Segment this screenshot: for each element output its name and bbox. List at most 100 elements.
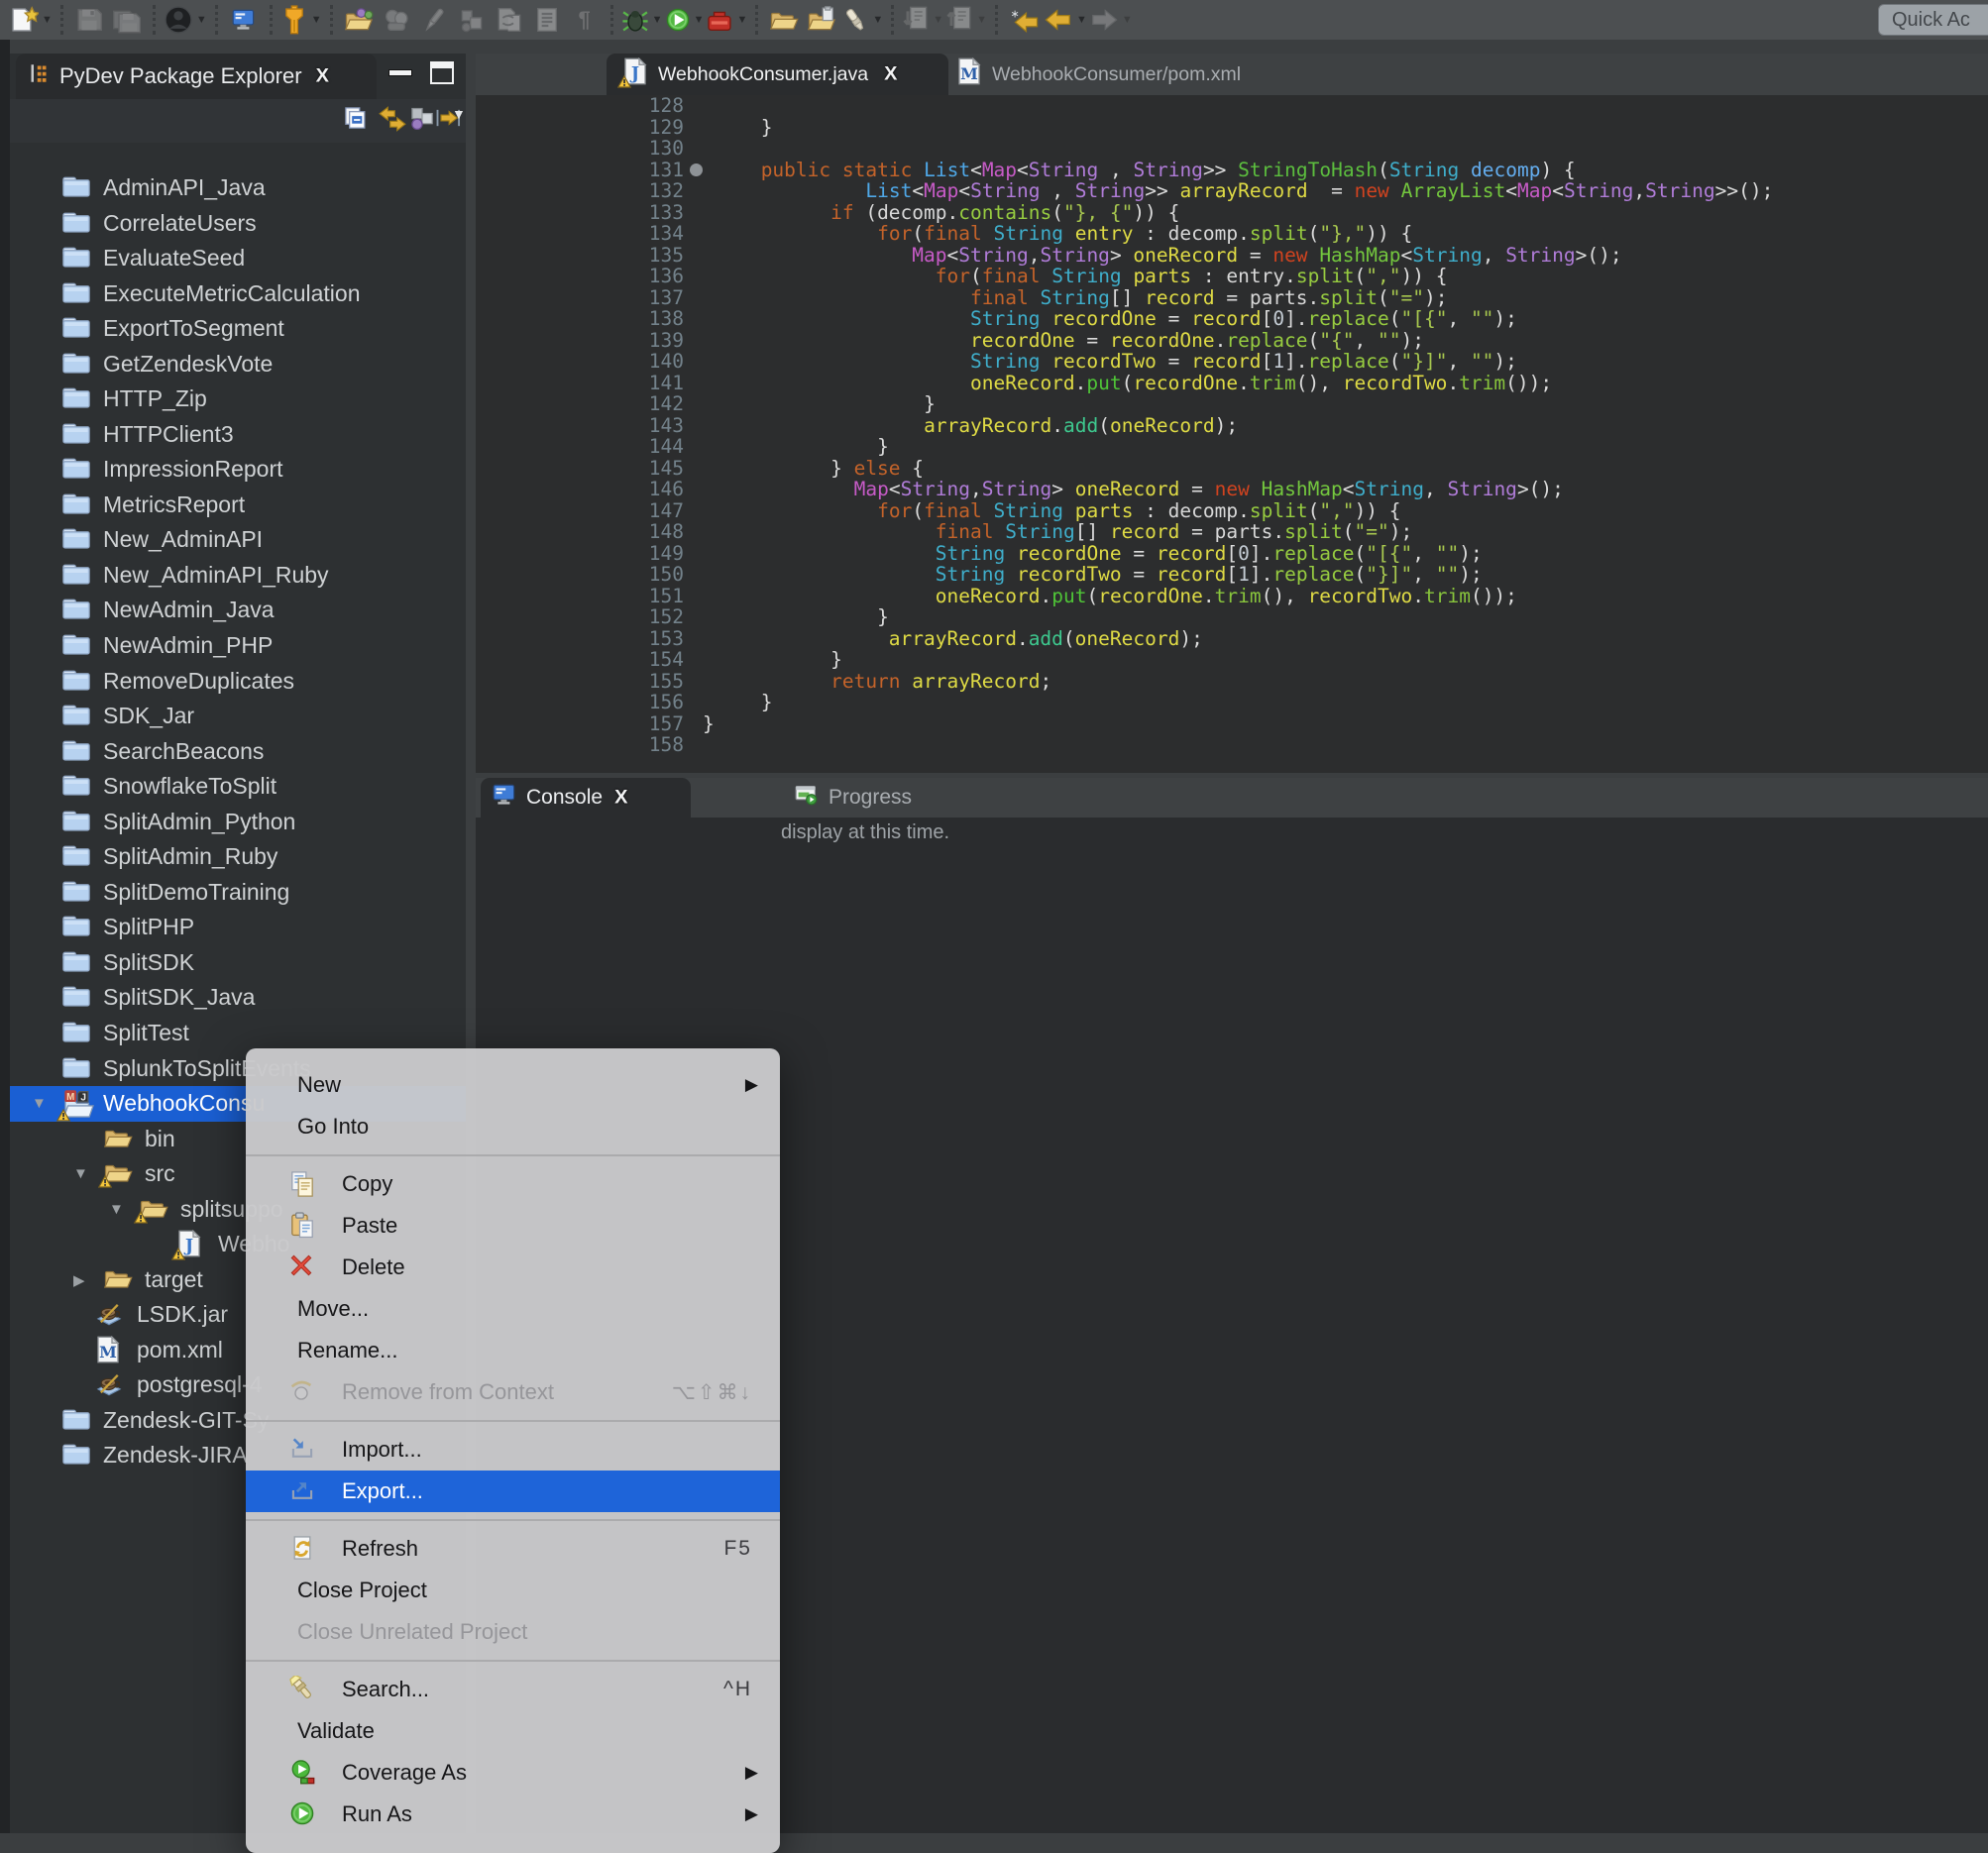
last-edit-button[interactable]: ∗ [1006, 3, 1042, 37]
tree-item-splitsdk-java[interactable]: SplitSDK_Java [10, 980, 466, 1016]
tree-item-getzendeskvote[interactable]: GetZendeskVote [10, 347, 466, 382]
menu-item-search[interactable]: Search...^H [246, 1669, 780, 1710]
menu-item-close-project[interactable]: Close Project [246, 1570, 780, 1611]
tree-item-adminapi-java[interactable]: AdminAPI_Java [10, 170, 466, 206]
tree-item-metricsreport[interactable]: MetricsReport [10, 488, 466, 523]
menu-item-run-as[interactable]: Run As▶ [246, 1794, 780, 1835]
menu-item-coverage-as[interactable]: Coverage As▶ [246, 1752, 780, 1794]
menu-item-validate[interactable]: Validate [246, 1710, 780, 1752]
refresh-icon [289, 1535, 315, 1567]
team-button[interactable] [379, 3, 414, 37]
tree-item-splitadmin-python[interactable]: SplitAdmin_Python [10, 805, 466, 840]
collapse-all-icon[interactable] [343, 106, 369, 135]
fc-icon [61, 1441, 91, 1472]
chevron-down-icon: ▼ [42, 14, 53, 26]
console-tab-progress[interactable]: Progress [795, 778, 912, 818]
collapse-arrow-icon[interactable]: ▼ [109, 1201, 124, 1218]
open-resource-button[interactable] [341, 3, 377, 37]
close-icon[interactable]: X [614, 787, 627, 809]
chevron-down-icon: ▼ [1122, 14, 1133, 26]
tree-item-executemetriccalculation[interactable]: ExecuteMetricCalculation [10, 276, 466, 312]
chevron-down-icon: ▼ [1076, 14, 1087, 26]
menu-item-paste[interactable]: Paste [246, 1205, 780, 1247]
next-annotation-button[interactable]: ▼ [902, 3, 943, 37]
tree-item-exporttosegment[interactable]: ExportToSegment [10, 311, 466, 347]
maximize-button[interactable] [430, 61, 454, 84]
save-all-button[interactable] [109, 3, 145, 37]
paste-folder-button[interactable] [804, 3, 839, 37]
quick-access-box[interactable]: Quick Ac [1878, 4, 1988, 36]
tree-item-new-adminapi-ruby[interactable]: New_AdminAPI_Ruby [10, 558, 466, 594]
marker-button[interactable]: ▼ [841, 3, 883, 37]
testng-button[interactable]: ▼ [280, 3, 322, 37]
pilcrow-button[interactable]: ¶ [567, 3, 603, 37]
prev-annotation-button[interactable]: ▼ [945, 3, 987, 37]
tree-item-removeduplicates[interactable]: RemoveDuplicates [10, 664, 466, 700]
run-button[interactable]: ▼ [665, 3, 705, 37]
code-line-135: 135Map<String,String> oneRecord = new Ha… [476, 245, 1988, 267]
forward-button[interactable]: ▼ [1089, 3, 1133, 37]
menu-item-new[interactable]: New▶ [246, 1064, 780, 1106]
console-view-button[interactable] [226, 3, 262, 37]
editor-tab-2[interactable]: M WebhookConsumer/pom.xml [956, 54, 1241, 95]
menu-item-rename[interactable]: Rename... [246, 1330, 780, 1371]
tree-item-impressionreport[interactable]: ImpressionReport [10, 452, 466, 488]
debug-button[interactable]: ▼ [621, 3, 663, 37]
open-folder-button[interactable] [766, 3, 802, 37]
back-button[interactable]: ▼ [1044, 3, 1087, 37]
new-wizard-button[interactable]: ▼ [9, 3, 53, 37]
view-menu-icon[interactable]: ▼ [452, 106, 466, 124]
tree-item-http-zip[interactable]: HTTP_Zip [10, 382, 466, 417]
tree-item-splitsdk[interactable]: SplitSDK [10, 945, 466, 981]
tree-item-evaluateseed[interactable]: EvaluateSeed [10, 241, 466, 276]
user-profile-button[interactable]: ▼ [164, 3, 207, 37]
tree-item-snowflaketosplit[interactable]: SnowflakeToSplit [10, 769, 466, 805]
prj-icon: MJ [61, 1089, 95, 1122]
tree-item-newadmin-java[interactable]: NewAdmin_Java [10, 593, 466, 628]
svg-text:M: M [960, 64, 978, 83]
cut-tool-button[interactable] [416, 3, 452, 37]
minimize-button[interactable] [388, 69, 412, 76]
outline-doc-button[interactable] [529, 3, 565, 37]
tree-item-splitphp[interactable]: SplitPHP [10, 910, 466, 945]
tree-item-splitdemotraining[interactable]: SplitDemoTraining [10, 875, 466, 911]
code-editor[interactable]: 128129}130131public static List<Map<Stri… [476, 95, 1988, 773]
collapse-arrow-icon[interactable]: ▼ [73, 1165, 88, 1182]
tab-pydev-package-explorer[interactable]: PyDev Package Explorer X [16, 54, 377, 99]
menu-item-go-into[interactable]: Go Into [246, 1106, 780, 1147]
menu-item-delete[interactable]: Delete [246, 1247, 780, 1288]
close-icon[interactable]: X [884, 63, 897, 85]
toolbar-separator [60, 5, 63, 35]
menu-item-move[interactable]: Move... [246, 1288, 780, 1330]
tree-item-splitadmin-ruby[interactable]: SplitAdmin_Ruby [10, 839, 466, 875]
close-icon[interactable]: X [316, 65, 329, 87]
tree-item-httpclient3[interactable]: HTTPClient3 [10, 417, 466, 453]
line-number: 154 [476, 649, 684, 671]
profile-button[interactable]: ▼ [706, 3, 747, 37]
menu-item-copy[interactable]: Copy [246, 1163, 780, 1205]
collapse-arrow-icon[interactable]: ▼ [32, 1095, 47, 1112]
fold-marker-icon[interactable] [690, 164, 703, 176]
menu-item-import[interactable]: Import... [246, 1429, 780, 1471]
tree-item-sdk-jar[interactable]: SDK_Jar [10, 699, 466, 734]
menu-item-close-unrelated-project[interactable]: Close Unrelated Project [246, 1611, 780, 1653]
expand-arrow-icon[interactable]: ▶ [73, 1271, 85, 1289]
save-button[interactable] [71, 3, 107, 37]
tree-item-newadmin-php[interactable]: NewAdmin_PHP [10, 628, 466, 664]
menu-item-export[interactable]: Export... [246, 1471, 780, 1512]
menu-item-refresh[interactable]: RefreshF5 [246, 1528, 780, 1570]
fc-icon [61, 772, 91, 804]
editor-tab-1[interactable]: J WebhookConsumer.java X [607, 54, 948, 95]
menu-item-remove-from-context[interactable]: Remove from Context⌥⇧⌘↓ [246, 1371, 780, 1413]
tree-item-searchbeacons[interactable]: SearchBeacons [10, 734, 466, 770]
tree-item-splittest[interactable]: SplitTest [10, 1016, 466, 1051]
console-tab-console[interactable]: Console X [481, 778, 691, 818]
link-with-editor-icon[interactable] [379, 106, 406, 137]
tree-item-correlateusers[interactable]: CorrelateUsers [10, 206, 466, 242]
menu-separator [246, 1420, 780, 1422]
filters-icon[interactable] [408, 106, 436, 135]
tree-item-new-adminapi[interactable]: New_AdminAPI [10, 522, 466, 558]
tree-item-label: target [145, 1266, 203, 1293]
compare-doc-button[interactable] [492, 3, 527, 37]
deploy-button[interactable] [454, 3, 490, 37]
